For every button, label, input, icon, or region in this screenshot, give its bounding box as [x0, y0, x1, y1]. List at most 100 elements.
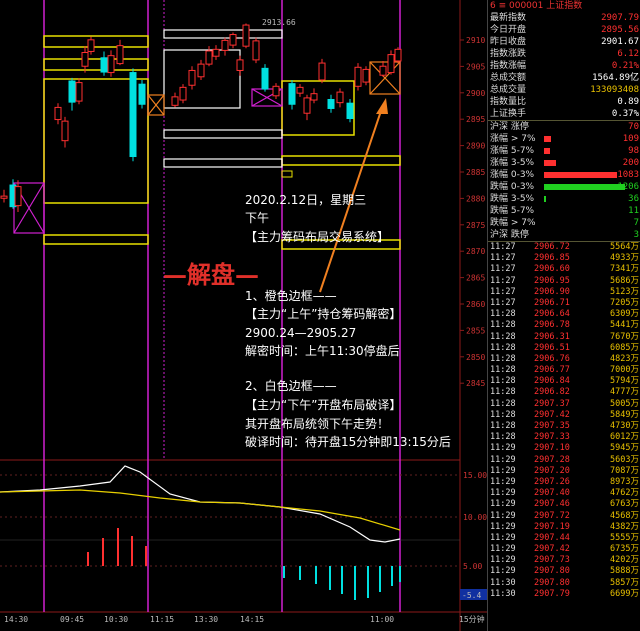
stock-title[interactable]: 6 ≡ 000001 上证指数	[488, 0, 640, 12]
quote-value: 0.21%	[611, 61, 639, 71]
white-box	[163, 158, 283, 168]
annotation-date: 2020.2.12日，星期三	[245, 193, 367, 207]
tick-time: 11:29	[490, 465, 516, 476]
tick-price: 2907.79	[534, 588, 570, 599]
breadth-bar	[544, 136, 552, 142]
tick-volume: 7670万	[610, 331, 639, 342]
candle-body	[394, 48, 402, 62]
tick-row: 11:29 2907.80 5888万	[488, 566, 640, 577]
tick-time: 11:29	[490, 544, 516, 555]
tick-price: 2907.10	[534, 443, 570, 454]
kline-chart[interactable]: 2910 2905 2900 2895 2890 2885 2880 2875 2870 2865…	[0, 0, 487, 631]
candle-body	[318, 62, 326, 81]
time-tick-label: 14:15	[240, 615, 264, 624]
candle-body	[288, 83, 296, 105]
tick-volume: 4823万	[610, 353, 639, 364]
candle-body	[236, 59, 244, 71]
candle-body	[179, 86, 187, 101]
breadth-label: 跌幅 0-3%	[490, 182, 535, 192]
tick-list[interactable]: 11:27 2906.72 5564万 11:27 2906.85 4933万 11:27 2…	[488, 242, 640, 600]
tick-row: 11:28 2906.78 5441万	[488, 320, 640, 331]
price-tick-label: 2900	[466, 89, 485, 98]
high-price-label: 2913.66	[262, 18, 296, 27]
breadth-row: 涨幅 5-7% 98	[488, 145, 640, 157]
tick-time: 11:28	[490, 331, 516, 342]
quote-label: 今日开盘	[490, 25, 527, 35]
tick-time: 11:28	[490, 432, 516, 443]
breadth-value: 70	[628, 122, 639, 132]
tick-volume: 5123万	[610, 286, 639, 297]
tick-row: 11:28 2907.35 4730万	[488, 421, 640, 432]
tick-time: 11:27	[490, 264, 516, 275]
indicator-series	[0, 465, 401, 600]
tick-price: 2907.40	[534, 488, 570, 499]
tick-row: 11:27 2906.72 5564万	[488, 242, 640, 253]
tick-volume: 8973万	[610, 476, 639, 487]
indicator-axis: 15.00 10.00 5.00	[463, 471, 487, 571]
tick-volume: 5888万	[610, 566, 639, 577]
tick-price: 2907.33	[534, 432, 570, 443]
tick-time: 11:28	[490, 365, 516, 376]
breadth-row: 跌幅 0-3% 1206	[488, 181, 640, 193]
tick-row: 11:30 2907.79 6699万	[488, 589, 640, 600]
tick-time: 11:28	[490, 421, 516, 431]
tick-row: 11:27 2906.85 4933万	[488, 253, 640, 264]
indicator-line-yellow	[0, 489, 401, 531]
tick-time: 11:28	[490, 387, 516, 398]
price-tick-label: 2850	[466, 353, 485, 362]
quote-value: 2901.67	[601, 37, 639, 47]
tick-volume: 5945万	[610, 443, 639, 454]
candle-body	[296, 86, 304, 94]
indicator-tick-label: 10.00	[463, 513, 487, 522]
tick-time: 11:30	[490, 577, 516, 588]
tick-price: 2907.73	[534, 555, 570, 566]
candle-body	[197, 63, 205, 78]
candle-body	[54, 106, 62, 121]
breadth-value: 36	[628, 194, 639, 204]
tick-volume: 7205万	[610, 297, 639, 308]
candle-body	[362, 68, 370, 83]
tick-volume: 5555万	[610, 532, 639, 543]
tick-row: 11:28 2906.64 6309万	[488, 309, 640, 320]
breadth-label: 跌幅 3-5%	[490, 194, 535, 204]
quote-row: 指数涨幅 0.21%	[488, 60, 640, 72]
tick-price: 2907.26	[534, 476, 570, 487]
yellow-box	[281, 155, 401, 166]
tick-price: 2907.28	[534, 454, 570, 465]
candle-body	[303, 97, 311, 114]
tick-volume: 6309万	[610, 309, 639, 320]
candle-body	[138, 83, 146, 105]
quote-row: 昨日收盘 2901.67	[488, 36, 640, 48]
breadth-label: 沪深 跌停	[490, 230, 529, 240]
candle-body	[205, 50, 213, 65]
tick-volume: 7341万	[610, 264, 639, 275]
breadth-value: 98	[628, 146, 639, 156]
candle-body	[116, 45, 124, 65]
breadth-row: 涨幅 0-3% 1083	[488, 169, 640, 181]
period-label[interactable]: 15分钟	[459, 614, 485, 624]
quote-value: 1564.89亿	[592, 73, 639, 83]
tick-row: 11:28 2907.42 5849万	[488, 410, 640, 421]
kline-chart-panel[interactable]: 2910 2905 2900 2895 2890 2885 2880 2875 2870 2865…	[0, 0, 487, 631]
tick-row: 11:30 2907.80 5857万	[488, 578, 640, 589]
breadth-row: 跌幅 5-7% 11	[488, 205, 640, 217]
tick-row: 11:28 2907.37 5005万	[488, 399, 640, 410]
quote-row: 今日开盘 2895.56	[488, 24, 640, 36]
quote-value: 0.89	[617, 97, 639, 107]
breadth-value: 109	[622, 134, 639, 144]
candle-body	[107, 55, 115, 74]
candle-body	[87, 39, 95, 52]
breadth-label: 跌幅 > 7%	[490, 218, 536, 228]
tick-volume: 5005万	[610, 398, 639, 409]
tick-volume: 5686万	[610, 275, 639, 286]
annotation-s2-desc: 【主力“下午”开盘布局破译】	[245, 398, 402, 412]
price-tick-label: 2890	[466, 142, 485, 151]
tick-time: 11:28	[490, 309, 516, 320]
tick-price: 2906.60	[534, 264, 570, 275]
tick-time: 11:28	[490, 376, 516, 387]
tick-price: 2906.95	[534, 275, 570, 286]
tick-row: 11:28 2906.51 6085万	[488, 343, 640, 354]
tick-row: 11:29 2907.40 4762万	[488, 488, 640, 499]
breadth-bar	[544, 196, 547, 202]
tick-time: 11:29	[490, 566, 516, 577]
